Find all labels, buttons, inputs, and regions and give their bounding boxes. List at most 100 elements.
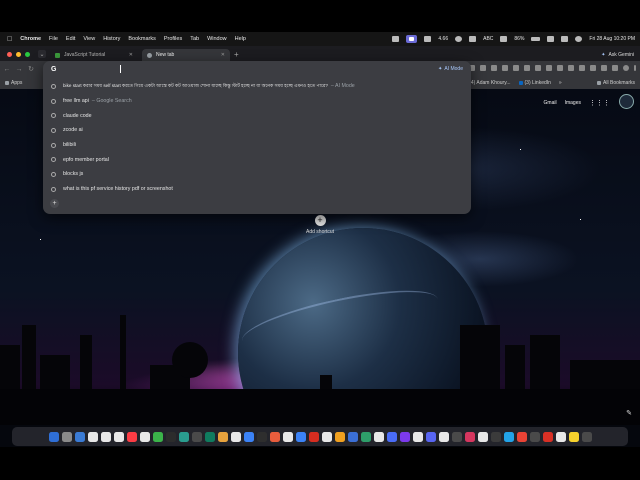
tab-search-icon[interactable]: ⌄ <box>38 50 46 58</box>
dock-app-icon[interactable] <box>464 431 475 442</box>
suggestion-item[interactable]: epfo member portal <box>43 152 471 167</box>
dock-app-icon[interactable] <box>282 431 293 442</box>
gear-icon[interactable] <box>392 36 400 42</box>
menu-bookmarks[interactable]: Bookmarks <box>128 36 156 42</box>
extension-icon[interactable] <box>579 65 585 71</box>
address-bar-input[interactable]: G ✦ AI Mode <box>43 61 471 77</box>
menu-window[interactable]: Window <box>207 36 227 42</box>
menu-history[interactable]: History <box>103 36 120 42</box>
bookmark-linkedin[interactable]: (3) LinkedIn <box>518 80 551 86</box>
dock-app-icon[interactable] <box>568 431 579 442</box>
battery-icon[interactable] <box>531 37 541 41</box>
record-icon[interactable] <box>455 36 463 42</box>
dock-app-icon[interactable] <box>542 431 553 442</box>
suggestion-item[interactable]: what is this pf service history pdf or s… <box>43 182 471 197</box>
dock-app-icon[interactable] <box>386 431 397 442</box>
dock-app-icon[interactable] <box>490 431 501 442</box>
dock-app-icon[interactable] <box>529 431 540 442</box>
dock-app-icon[interactable] <box>269 431 280 442</box>
dock-app-icon[interactable] <box>295 431 306 442</box>
new-tab-button[interactable]: + <box>234 50 239 59</box>
extension-icon[interactable] <box>557 65 563 71</box>
screen-record-icon[interactable] <box>406 35 418 43</box>
siri-icon[interactable] <box>575 36 583 42</box>
dock-app-icon[interactable] <box>113 431 124 442</box>
battery-percent[interactable]: 86% <box>514 36 524 42</box>
dock-app-icon[interactable] <box>256 431 267 442</box>
dock-app-icon[interactable] <box>360 431 371 442</box>
dock-app-icon[interactable] <box>152 431 163 442</box>
volume-icon[interactable] <box>469 36 477 42</box>
dock-app-icon[interactable] <box>165 431 176 442</box>
dock-app-icon[interactable] <box>451 431 462 442</box>
dock-app-icon[interactable] <box>100 431 111 442</box>
ask-gemini-button[interactable]: ✦ Ask Gemini <box>601 52 634 58</box>
bookmark-apps[interactable]: Apps <box>5 80 22 86</box>
suggestion-item[interactable]: bilibili <box>43 138 471 153</box>
display-icon[interactable] <box>424 36 432 42</box>
add-context-button[interactable]: + <box>50 198 59 208</box>
google-apps-icon[interactable]: ⋮⋮⋮ <box>589 99 610 107</box>
tab-javascript-tutorial[interactable]: JavaScript Tutorial ✕ <box>50 49 138 61</box>
apple-icon[interactable]:  <box>7 36 12 43</box>
dock-app-icon[interactable] <box>425 431 436 442</box>
minimize-window-icon[interactable] <box>16 52 21 57</box>
menu-edit[interactable]: Edit <box>66 36 75 42</box>
dock-app-icon[interactable] <box>204 431 215 442</box>
dock-app-icon[interactable] <box>243 431 254 442</box>
dock-app-icon[interactable] <box>308 431 319 442</box>
dock-app-icon[interactable] <box>191 431 202 442</box>
forward-icon[interactable]: → <box>14 66 24 73</box>
extension-icon[interactable] <box>590 65 596 71</box>
dock-app-icon[interactable] <box>230 431 241 442</box>
profile-avatar[interactable] <box>623 65 629 71</box>
dock-app-icon[interactable] <box>347 431 358 442</box>
menu-clock[interactable]: Fri 28 Aug 10:20 PM <box>589 36 635 42</box>
dock-app-icon[interactable] <box>516 431 527 442</box>
close-icon[interactable]: ✕ <box>221 52 225 58</box>
close-window-icon[interactable] <box>7 52 12 57</box>
dock-app-icon[interactable] <box>438 431 449 442</box>
dock-app-icon[interactable] <box>61 431 72 442</box>
dock-app-icon[interactable] <box>399 431 410 442</box>
wifi-icon[interactable] <box>547 36 555 42</box>
suggestion-item[interactable]: blocks js <box>43 167 471 182</box>
back-icon[interactable]: ← <box>2 66 12 73</box>
extension-icon[interactable] <box>524 65 530 71</box>
menu-help[interactable]: Help <box>235 36 246 42</box>
extension-icon[interactable] <box>535 65 541 71</box>
images-link[interactable]: Images <box>565 100 581 106</box>
dock-app-icon[interactable] <box>581 431 592 442</box>
extension-icon[interactable] <box>601 65 607 71</box>
menu-file[interactable]: File <box>49 36 58 42</box>
add-shortcut[interactable]: + Add shortcut <box>306 215 334 235</box>
dock-app-icon[interactable] <box>321 431 332 442</box>
dock-app-icon[interactable] <box>87 431 98 442</box>
dock-app-icon[interactable] <box>178 431 189 442</box>
menu-view[interactable]: View <box>83 36 95 42</box>
dock-app-icon[interactable] <box>503 431 514 442</box>
dock-app-icon[interactable] <box>74 431 85 442</box>
zoom-window-icon[interactable] <box>25 52 30 57</box>
suggestion-item[interactable]: claude code <box>43 108 471 123</box>
extension-icon[interactable] <box>491 65 497 71</box>
customize-pencil-icon[interactable]: ✎ <box>626 409 632 417</box>
bookmarks-overflow[interactable]: » <box>559 80 562 86</box>
gmail-link[interactable]: Gmail <box>544 100 557 106</box>
extension-icon[interactable] <box>568 65 574 71</box>
suggestion-item[interactable]: free llm api – Google Search <box>43 94 471 109</box>
account-avatar[interactable] <box>619 94 634 109</box>
input-method[interactable]: ABC <box>483 36 493 42</box>
all-bookmarks[interactable]: All Bookmarks <box>597 80 635 86</box>
dock-app-icon[interactable] <box>373 431 384 442</box>
dock-app-icon[interactable] <box>139 431 150 442</box>
suggestion-item[interactable]: bike start করার সময় self start করতে গিয… <box>43 79 471 94</box>
menu-profiles[interactable]: Profiles <box>164 36 182 42</box>
bluetooth-icon[interactable] <box>500 36 508 42</box>
extension-icon[interactable] <box>513 65 519 71</box>
extension-icon[interactable] <box>480 65 486 71</box>
extension-icon[interactable] <box>502 65 508 71</box>
menu-tab[interactable]: Tab <box>190 36 199 42</box>
control-center-icon[interactable] <box>561 36 569 42</box>
ai-mode-button[interactable]: ✦ AI Mode <box>438 66 463 72</box>
